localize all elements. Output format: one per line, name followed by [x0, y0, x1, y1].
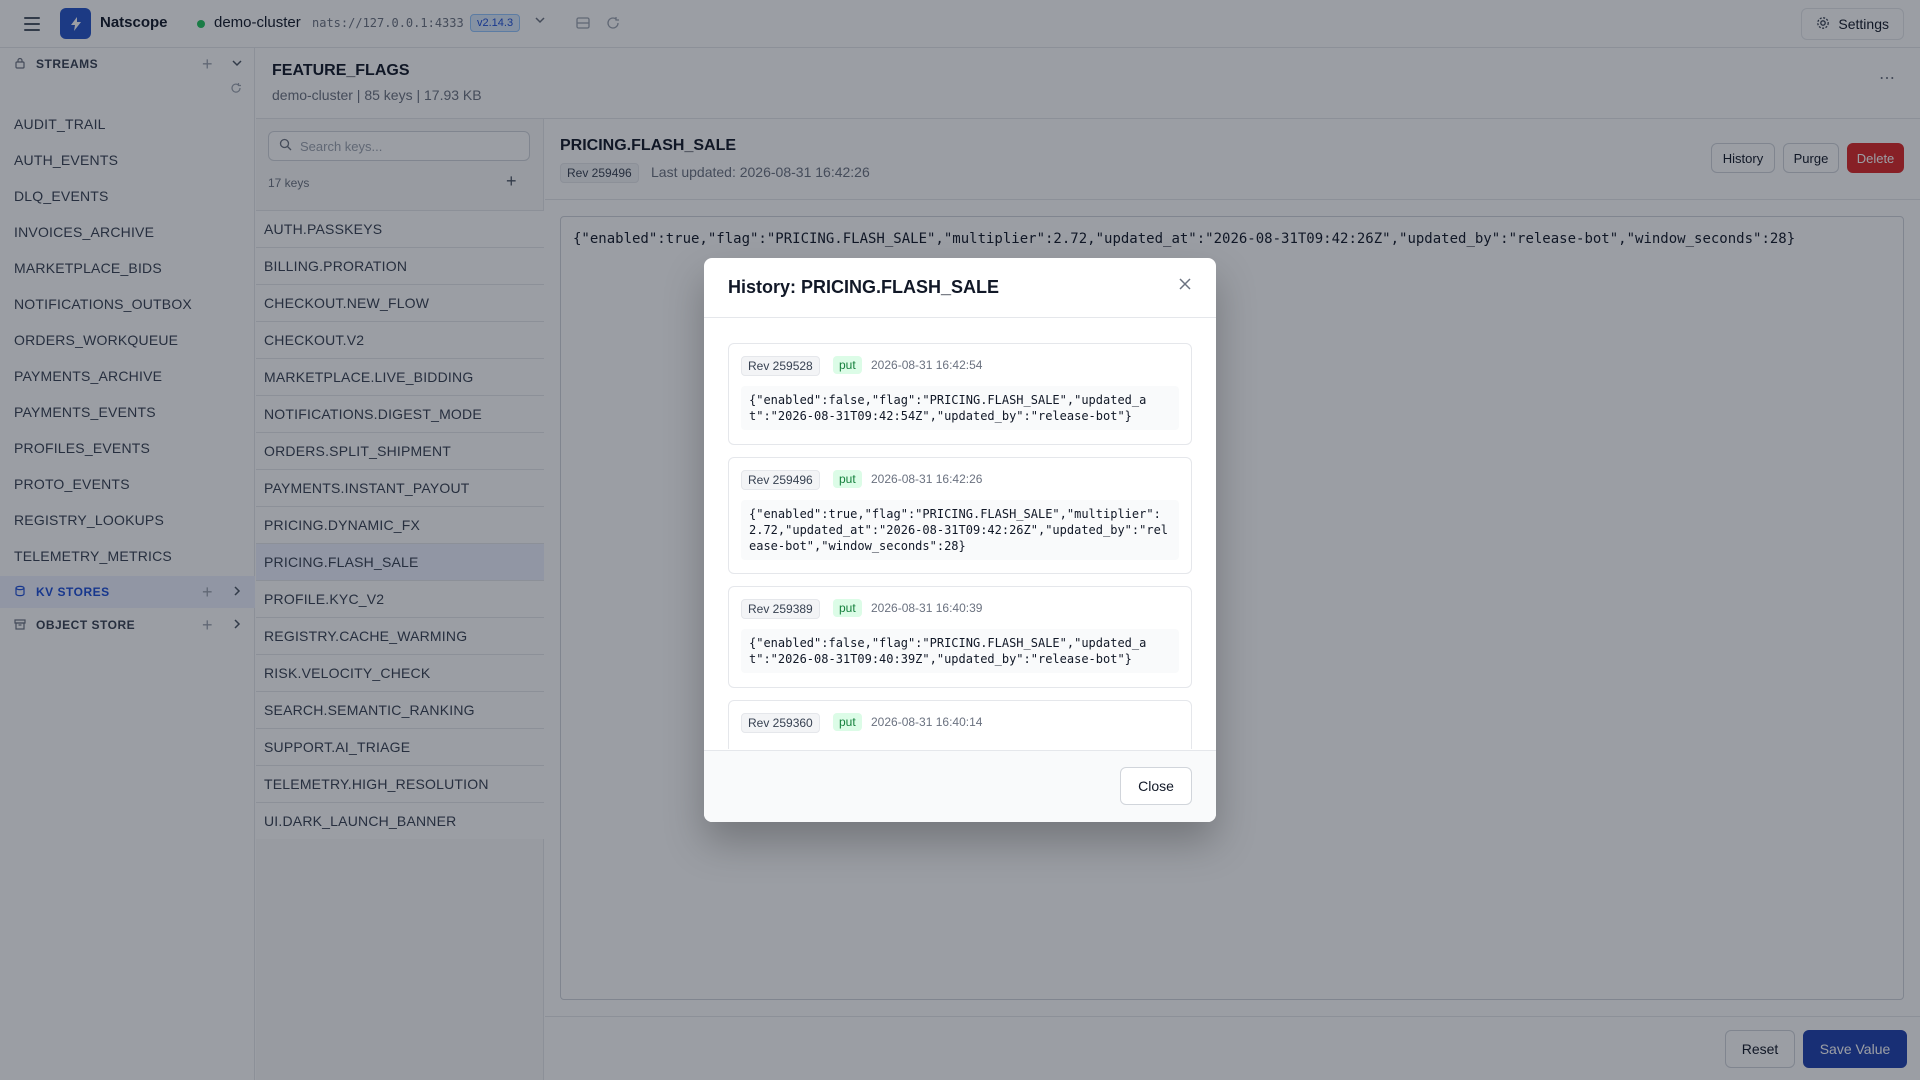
history-rev-badge: Rev 259496 [741, 470, 820, 490]
history-op-badge: put [833, 356, 862, 374]
history-timestamp: 2026-08-31 16:42:54 [871, 358, 983, 372]
history-entry: Rev 259389 put 2026-08-31 16:40:39 {"ena… [728, 586, 1192, 688]
history-rev-badge: Rev 259528 [741, 356, 820, 376]
history-op-badge: put [833, 713, 862, 731]
history-value: {"enabled":true,"flag":"PRICING.FLASH_SA… [741, 500, 1179, 560]
history-entry: Rev 259360 put 2026-08-31 16:40:14 [728, 700, 1192, 749]
close-button[interactable]: Close [1120, 767, 1192, 805]
history-timestamp: 2026-08-31 16:40:14 [871, 715, 983, 729]
modal-footer: Close [704, 750, 1216, 822]
history-modal: History: PRICING.FLASH_SALE Rev 259528 p… [704, 258, 1216, 822]
history-list[interactable]: Rev 259528 put 2026-08-31 16:42:54 {"ena… [704, 319, 1216, 749]
history-rev-badge: Rev 259389 [741, 599, 820, 619]
history-rev-badge: Rev 259360 [741, 713, 820, 733]
history-op-badge: put [833, 599, 862, 617]
history-op-badge: put [833, 470, 862, 488]
close-icon[interactable] [1178, 275, 1192, 295]
history-value: {"enabled":false,"flag":"PRICING.FLASH_S… [741, 629, 1179, 673]
history-value: {"enabled":false,"flag":"PRICING.FLASH_S… [741, 386, 1179, 430]
history-entry: Rev 259496 put 2026-08-31 16:42:26 {"ena… [728, 457, 1192, 574]
modal-title: History: PRICING.FLASH_SALE [728, 277, 1000, 297]
history-timestamp: 2026-08-31 16:40:39 [871, 601, 983, 615]
history-timestamp: 2026-08-31 16:42:26 [871, 472, 983, 486]
modal-header: History: PRICING.FLASH_SALE [704, 258, 1216, 318]
history-entry: Rev 259528 put 2026-08-31 16:42:54 {"ena… [728, 343, 1192, 445]
